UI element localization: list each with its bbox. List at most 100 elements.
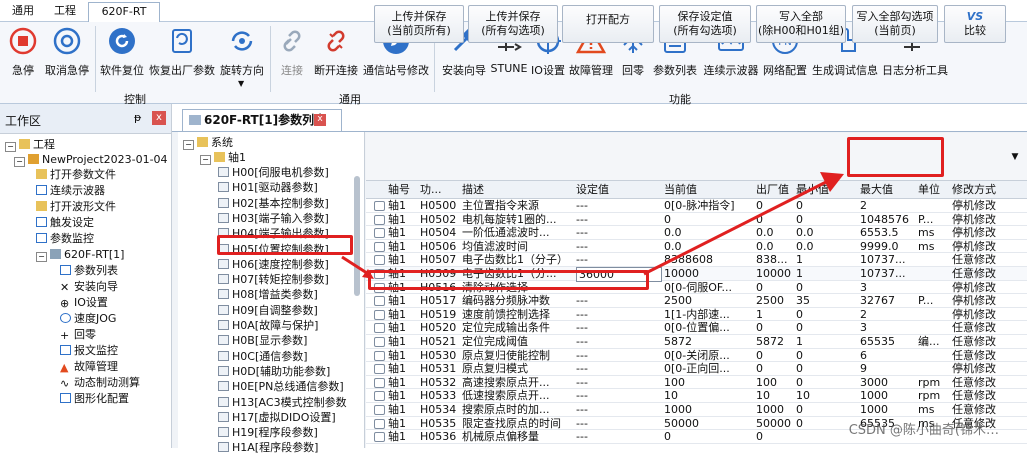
table-row[interactable]: 轴1 H0533 低速搜索原点开... --- 10 10 10 1000 rpm 任意修改: [366, 389, 1027, 403]
tree-item-trigger-setting[interactable]: 触发设定: [36, 215, 94, 231]
param-group-item[interactable]: H0E[PN总线通信参数]: [218, 379, 344, 395]
connect-button[interactable]: 连接: [274, 24, 310, 78]
tree-item-homing[interactable]: + 回零: [60, 327, 96, 343]
param-group-item[interactable]: H09[自调整参数]: [218, 303, 318, 319]
param-group-item[interactable]: H1A[程序段参数]: [218, 440, 318, 456]
row-checkbox[interactable]: [374, 309, 385, 320]
row-checkbox[interactable]: [374, 296, 385, 307]
column-header[interactable]: 功...: [420, 181, 442, 199]
setting-value-cell[interactable]: ---: [576, 294, 662, 307]
tree-item-system[interactable]: − 系统: [183, 135, 233, 151]
disconnect-button[interactable]: 断开连接: [310, 24, 362, 78]
row-checkbox[interactable]: [374, 405, 385, 415]
tree-item-dynamic-brake[interactable]: ∿ 动态制动测算: [60, 375, 140, 391]
cancel-estop-button[interactable]: 取消急停: [41, 24, 93, 78]
param-group-item[interactable]: H08[增益类参数]: [218, 287, 318, 303]
param-group-item[interactable]: H00[伺服电机参数]: [218, 165, 329, 181]
close-icon[interactable]: x: [152, 111, 166, 125]
dropdown-arrow-icon[interactable]: ▼: [238, 79, 244, 88]
row-checkbox[interactable]: [374, 364, 385, 375]
open-recipe-button[interactable]: 打开配方: [562, 5, 654, 43]
setting-value-cell[interactable]: ---: [576, 430, 662, 443]
row-checkbox[interactable]: [374, 432, 385, 443]
row-checkbox[interactable]: [374, 201, 385, 211]
toolbar-dropdown-icon[interactable]: ▼: [1007, 138, 1023, 176]
row-checkbox[interactable]: [374, 214, 385, 225]
soft-reset-button[interactable]: 软件复位: [97, 24, 147, 78]
setting-value-cell[interactable]: ---: [576, 349, 662, 362]
param-group-item[interactable]: H19[程序段参数]: [218, 425, 318, 441]
collapse-icon[interactable]: −: [14, 157, 25, 167]
setting-value-cell[interactable]: ---: [576, 362, 662, 375]
tab-project[interactable]: 工程: [50, 2, 80, 22]
row-checkbox[interactable]: [374, 241, 385, 252]
rotation-direction-button[interactable]: 旋转方向 ▼: [216, 24, 268, 88]
tree-item-graphic-config[interactable]: 图形化配置: [60, 391, 129, 407]
param-group-item[interactable]: H07[转矩控制参数]: [218, 272, 329, 288]
tree-item-drive-620f[interactable]: −620F-RT[1]: [36, 247, 124, 263]
param-group-item[interactable]: H03[端子输入参数]: [218, 211, 329, 227]
tree-item-setup-wizard[interactable]: ✕ 安装向导: [60, 279, 118, 295]
setting-value-cell[interactable]: ---: [576, 308, 662, 321]
write-all-button[interactable]: 写入全部 (除H00和H01组): [756, 5, 846, 43]
setting-value-cell[interactable]: ---: [576, 321, 662, 334]
row-checkbox[interactable]: [374, 337, 385, 347]
collapse-icon[interactable]: −: [200, 155, 211, 165]
column-header[interactable]: 最大值: [860, 181, 893, 199]
column-header[interactable]: 修改方式: [952, 181, 996, 199]
tree-item-io-settings[interactable]: ⊕ IO设置: [60, 295, 108, 311]
setting-value-cell[interactable]: ---: [576, 335, 662, 348]
write-all-checked-button[interactable]: 写入全部勾选项 (当前页): [852, 5, 938, 43]
column-header[interactable]: 单位: [918, 181, 940, 199]
factory-reset-button[interactable]: 恢复出厂参数: [148, 24, 216, 78]
param-group-item[interactable]: H13[AC3模式控制参数: [218, 395, 347, 411]
table-row[interactable]: 轴1 H0530 原点复归使能控制 --- 0[0-关闭原... 0 0 6 任意修改: [366, 349, 1027, 363]
setting-value-cell[interactable]: ---: [576, 376, 662, 389]
upload-save-page-button[interactable]: 上传并保存 (当前页所有): [374, 5, 464, 43]
column-header[interactable]: 轴号: [388, 181, 410, 199]
param-group-item[interactable]: H01[驱动器参数]: [218, 180, 318, 196]
param-group-item[interactable]: H0D[辅助功能参数]: [218, 364, 330, 380]
tree-item-new-project[interactable]: − NewProject2023-01-04: [14, 152, 168, 168]
row-checkbox[interactable]: [374, 228, 385, 239]
table-row[interactable]: 轴1 H0517 编码器分频脉冲数 --- 2500 2500 35 32767 P... 停机修…: [366, 294, 1027, 308]
column-header[interactable]: 描述: [462, 181, 484, 199]
column-header[interactable]: 设定值: [576, 181, 609, 199]
tab-general[interactable]: 通用: [8, 2, 38, 22]
close-tab-icon[interactable]: x: [314, 114, 326, 126]
tree-item-speed-jog[interactable]: 速度JOG: [60, 311, 116, 327]
row-checkbox[interactable]: [374, 377, 385, 388]
param-group-item[interactable]: H06[速度控制参数]: [218, 257, 329, 273]
tree-item-message-monitor[interactable]: 报文监控: [60, 343, 118, 359]
tree-item-fault-management[interactable]: ▲ 故障管理: [60, 359, 118, 375]
collapse-icon[interactable]: −: [5, 142, 16, 152]
save-setting-value-button[interactable]: 保存设定值 (所有勾选项): [659, 5, 751, 43]
table-row[interactable]: 轴1 H0532 高速搜索原点开... --- 100 100 0 3000 rpm 任意修改: [366, 376, 1027, 390]
table-row[interactable]: 轴1 H0521 定位完成阈值 --- 5872 5872 1 65535 编... 任意修改: [366, 335, 1027, 349]
tree-item-axis1[interactable]: − 轴1: [200, 150, 246, 166]
table-row[interactable]: 轴1 H0531 原点复归模式 --- 0[0-正向回... 0 0 9 停机修改: [366, 362, 1027, 376]
compare-button[interactable]: VS 比较: [944, 5, 1006, 43]
table-row[interactable]: 轴1 H0519 速度前馈控制选择 --- 1[1-内部速... 1 0 2 停机修改: [366, 308, 1027, 322]
param-group-item[interactable]: H0B[显示参数]: [218, 333, 307, 349]
row-checkbox[interactable]: [374, 391, 385, 402]
param-group-item[interactable]: H0A[故障与保护]: [218, 318, 318, 334]
tree-item-param-list[interactable]: 参数列表: [60, 263, 118, 279]
tree-item-param-monitor[interactable]: 参数监控: [36, 231, 94, 247]
pin-icon[interactable]: ᵽ: [134, 111, 141, 124]
setting-value-cell[interactable]: ---: [576, 389, 662, 402]
row-checkbox[interactable]: [374, 350, 385, 361]
row-checkbox[interactable]: [374, 418, 385, 429]
tree-item-open-param-file[interactable]: 打开参数文件: [36, 167, 116, 183]
tree-item-continuous-scope[interactable]: 连续示波器: [36, 183, 105, 199]
param-group-item[interactable]: H0C[通信参数]: [218, 349, 308, 365]
setting-value-cell[interactable]: ---: [576, 417, 662, 430]
upload-save-checked-button[interactable]: 上传并保存 (所有勾选项): [468, 5, 558, 43]
tab-620f-rt[interactable]: 620F-RT: [88, 2, 160, 22]
table-row[interactable]: 轴1 H0520 定位完成输出条件 --- 0[0-位置偏... 0 0 3 任意修改: [366, 321, 1027, 335]
setting-value-cell[interactable]: ---: [576, 403, 662, 416]
table-row[interactable]: 轴1 H0534 搜索原点时的加... --- 1000 1000 0 1000 ms 任意修改: [366, 403, 1027, 417]
tree-item-project[interactable]: − 工程: [5, 137, 55, 153]
estop-button[interactable]: 急停: [3, 24, 43, 78]
param-group-item[interactable]: H02[基本控制参数]: [218, 196, 329, 212]
